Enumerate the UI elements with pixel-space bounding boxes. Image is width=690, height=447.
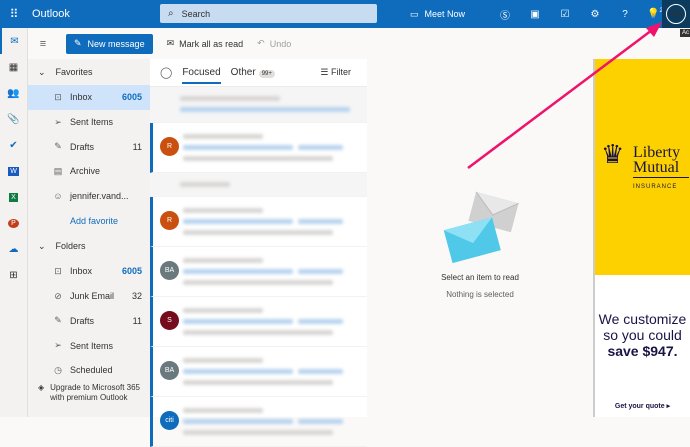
annotation-arrow: [467, 22, 662, 169]
